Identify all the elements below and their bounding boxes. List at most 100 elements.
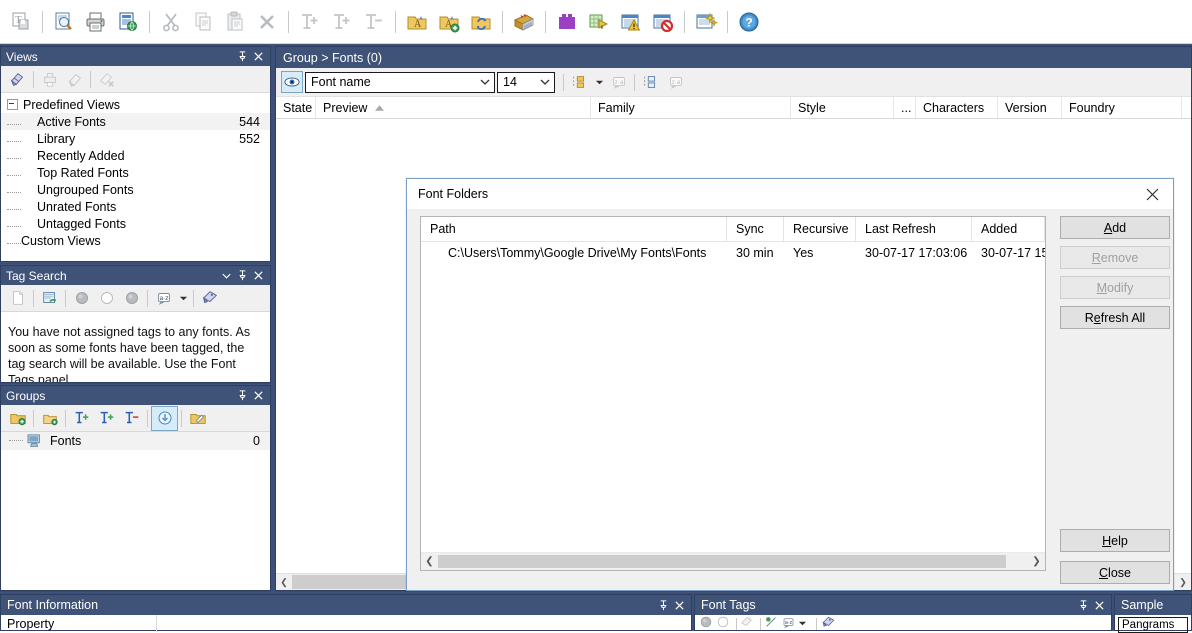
pin-icon[interactable] (234, 49, 250, 65)
tree-item-ungrouped-fonts[interactable]: Ungrouped Fonts (1, 181, 270, 198)
disabled-list-icon[interactable] (647, 6, 679, 38)
group-icon[interactable] (551, 6, 583, 38)
font-tags-caption: Font Tags (695, 595, 1111, 615)
groups-panel: Groups Fonts 0 (0, 385, 271, 591)
new-view-icon[interactable] (5, 68, 30, 91)
folders-column-sync[interactable]: Sync (727, 217, 784, 241)
folders-horizontal-scrollbar[interactable]: ❮ ❯ (421, 552, 1045, 570)
scroll-thumb[interactable] (438, 555, 1006, 568)
column-header-foundry[interactable]: Foundry (1062, 97, 1182, 118)
tree-item-predefined-views[interactable]: Predefined Views (1, 96, 270, 113)
tag-manager-icon[interactable] (197, 287, 222, 310)
font-tags-icon[interactable] (583, 6, 615, 38)
save-font-icon[interactable]: T (5, 6, 37, 38)
tree-item-library[interactable]: Library 552 (1, 130, 270, 147)
table-row[interactable]: C:\Users\Tommy\Google Drive\My Fonts\Fon… (421, 242, 1045, 263)
apply-tag-icon[interactable] (764, 615, 778, 632)
pin-icon[interactable] (234, 388, 250, 404)
tree-item-top-rated-fonts[interactable]: Top Rated Fonts (1, 164, 270, 181)
column-header-family[interactable]: Family (591, 97, 791, 118)
column-header-preview[interactable]: Preview (316, 97, 591, 118)
folders-column-path[interactable]: Path (421, 217, 727, 241)
chevron-down-icon[interactable] (476, 79, 494, 86)
pin-icon[interactable] (1075, 597, 1091, 613)
help-button[interactable]: Help (1060, 529, 1170, 552)
folders-column-last-refresh[interactable]: Last Refresh (856, 217, 972, 241)
tag-manager-icon[interactable] (821, 615, 836, 633)
cell-sync: 30 min (736, 245, 774, 260)
chevron-down-icon[interactable] (592, 71, 606, 94)
add-button[interactable]: Add (1060, 216, 1170, 239)
sort-az-icon[interactable]: a·z (781, 615, 796, 633)
chevron-down-icon[interactable] (176, 287, 190, 310)
new-tag-search-icon[interactable] (5, 287, 30, 310)
close-icon[interactable] (1131, 180, 1173, 209)
chevron-down-icon[interactable] (218, 268, 234, 284)
chevron-down-icon[interactable] (536, 79, 554, 86)
tree-item-active-fonts[interactable]: Active Fonts 544 (1, 113, 270, 130)
tag-state-empty-icon[interactable] (716, 615, 730, 632)
list-layout-icon[interactable] (638, 71, 663, 94)
tree-item-recently-added[interactable]: Recently Added (1, 147, 270, 164)
add-fonts-icon[interactable] (94, 407, 119, 430)
help-icon[interactable]: ? (733, 6, 765, 38)
eye-icon[interactable] (281, 71, 303, 93)
close-icon[interactable] (250, 49, 266, 65)
folders-column-added[interactable]: Added (972, 217, 1045, 241)
close-icon[interactable] (671, 597, 687, 613)
scroll-left-icon[interactable]: ❮ (421, 553, 438, 570)
new-group-icon[interactable] (5, 407, 30, 430)
column-header-characters[interactable]: Characters (916, 97, 998, 118)
column-header-state[interactable]: State (276, 97, 316, 118)
new-subgroup-icon[interactable] (37, 407, 62, 430)
edit-group-icon[interactable] (185, 407, 210, 430)
pin-icon[interactable] (655, 597, 671, 613)
tag-state-filled-icon[interactable] (699, 615, 713, 632)
close-icon[interactable] (250, 268, 266, 284)
remove-font-icon[interactable] (119, 407, 144, 430)
close-icon[interactable] (1091, 597, 1107, 613)
auto-activate-icon[interactable] (690, 6, 722, 38)
sort-az-icon[interactable]: a·z (151, 287, 176, 310)
publish-web-icon[interactable] (112, 6, 144, 38)
print-preview-icon[interactable] (48, 6, 80, 38)
tag-state-empty-icon[interactable] (94, 287, 119, 310)
tree-item-custom-views[interactable]: Custom Views (1, 232, 270, 249)
close-icon[interactable] (250, 388, 266, 404)
folders-column-headers: Path Sync Recursive Last Refresh Added (421, 217, 1045, 242)
group-item[interactable]: Fonts 0 (1, 432, 270, 450)
scroll-right-icon[interactable]: ❯ (1028, 553, 1045, 570)
refresh-all-button[interactable]: Refresh All (1060, 306, 1170, 329)
pin-icon[interactable] (234, 268, 250, 284)
tag-state-filled-icon[interactable] (69, 287, 94, 310)
refresh-tags-icon[interactable] (37, 287, 62, 310)
column-header-version[interactable]: Version (998, 97, 1062, 118)
add-font-folder-icon[interactable]: A (433, 6, 465, 38)
system-group-icon[interactable] (151, 405, 178, 431)
column-header-style[interactable]: Style (791, 97, 894, 118)
column-header-[interactable]: ... (894, 97, 916, 118)
scroll-left-icon[interactable]: ❮ (276, 574, 292, 590)
chevron-down-icon[interactable] (798, 617, 807, 631)
warning-list-icon[interactable] (615, 6, 647, 38)
tree-item-untagged-fonts[interactable]: Untagged Fonts (1, 215, 270, 232)
close-button[interactable]: Close (1060, 561, 1170, 584)
scroll-right-icon[interactable]: ❯ (1175, 574, 1191, 590)
breadcrumb: Group > Fonts (0) (283, 50, 382, 65)
folders-column-recursive[interactable]: Recursive (784, 217, 856, 241)
add-font-to-group-icon[interactable] (69, 407, 94, 430)
tree-item-unrated-fonts[interactable]: Unrated Fonts (1, 198, 270, 215)
tag-state-any-icon[interactable] (119, 287, 144, 310)
delete-icon (251, 6, 283, 38)
toolbar-separator (288, 10, 289, 33)
font-folder-icon[interactable]: A (401, 6, 433, 38)
button-label: Modify (1096, 280, 1134, 295)
font-catalog-icon[interactable] (508, 6, 540, 38)
font-size-combo[interactable]: 14 (497, 71, 555, 93)
expander-icon[interactable] (7, 99, 18, 110)
print-icon[interactable] (80, 6, 112, 38)
font-name-combo[interactable]: Font name (305, 71, 495, 93)
refresh-folder-icon[interactable] (465, 6, 497, 38)
tree-indent (7, 217, 37, 231)
group-by-icon[interactable] (567, 71, 592, 94)
